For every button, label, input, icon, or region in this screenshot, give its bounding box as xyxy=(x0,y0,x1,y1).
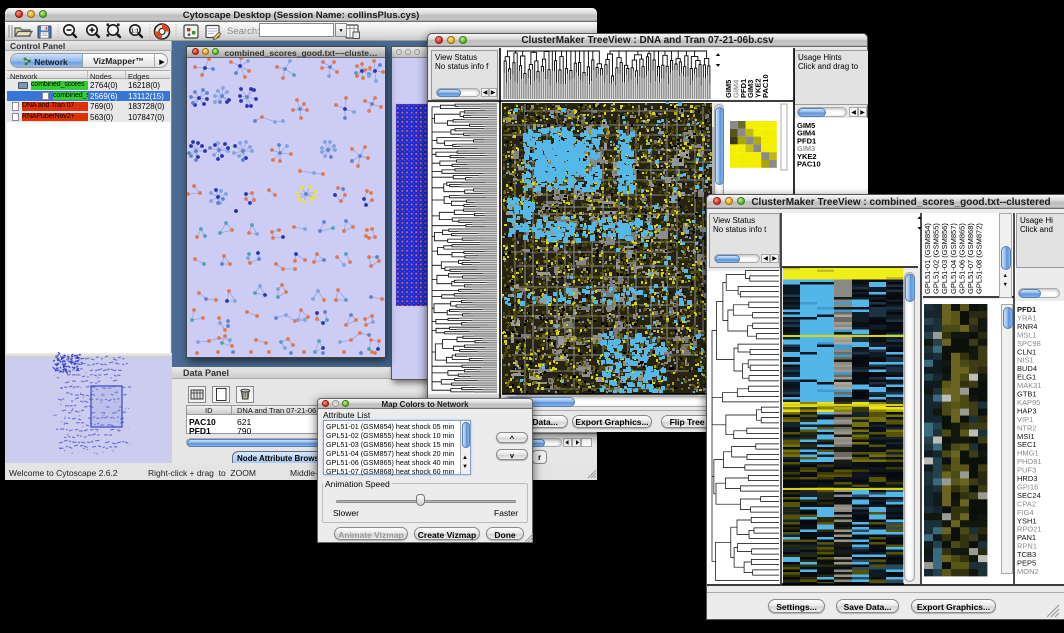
svg-text:1:1: 1:1 xyxy=(131,28,139,34)
